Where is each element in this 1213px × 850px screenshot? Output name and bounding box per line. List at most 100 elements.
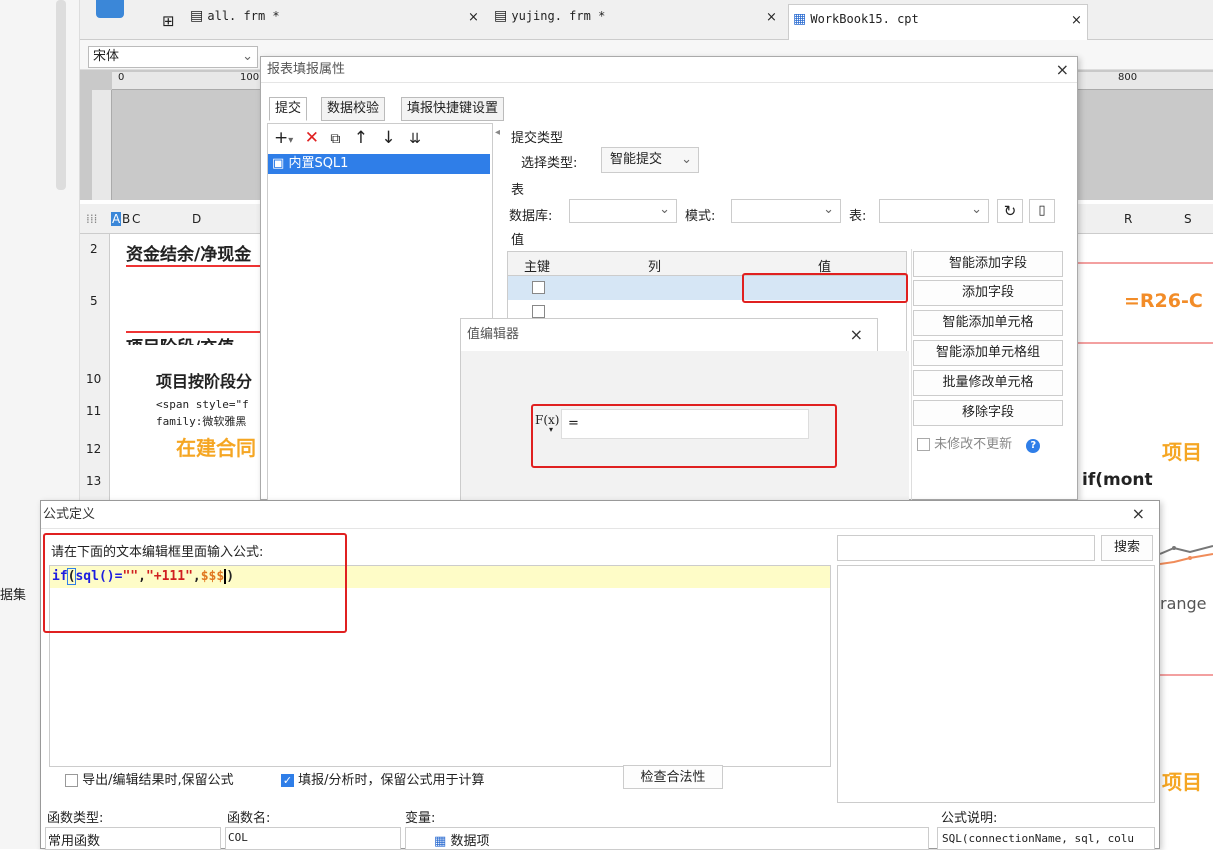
- move-up-icon[interactable]: ↑: [354, 128, 368, 148]
- refresh-icon[interactable]: ↻: [997, 199, 1023, 223]
- chevron-down-icon: ⌄: [681, 152, 692, 167]
- row-12[interactable]: 12: [86, 442, 101, 456]
- batch-edit-cells-button[interactable]: 批量修改单元格: [913, 370, 1063, 396]
- left-panel-label: 据集: [0, 588, 27, 603]
- select-all-icon[interactable]: ⁞⁞⁞: [86, 212, 97, 226]
- add-icon[interactable]: +: [274, 128, 288, 148]
- submit-type-section: 提交类型: [511, 131, 564, 146]
- left-panel-scroll[interactable]: [56, 0, 66, 190]
- key-checkbox[interactable]: [532, 281, 545, 294]
- preview-icon[interactable]: ▯: [1029, 199, 1055, 223]
- fn-type-item[interactable]: 常用函数: [48, 834, 100, 849]
- db-select[interactable]: ⌄: [569, 199, 677, 223]
- cell-r-range[interactable]: range: [1160, 594, 1207, 613]
- remove-field-button[interactable]: 移除字段: [913, 400, 1063, 426]
- smart-add-cell-button[interactable]: 智能添加单元格: [913, 310, 1063, 336]
- no-update-checkbox[interactable]: [917, 438, 930, 451]
- col-r[interactable]: R: [1124, 212, 1132, 226]
- key-checkbox[interactable]: [532, 305, 545, 318]
- keep-formula-export-option[interactable]: 导出/编辑结果时,保留公式: [65, 769, 234, 788]
- tab-label: WorkBook15. cpt: [810, 12, 919, 26]
- dialog-title: 公式定义: [41, 501, 1159, 529]
- keep-formula-fill-checkbox[interactable]: ✓: [281, 774, 294, 787]
- row-header: 2 5 10 11 12 13: [80, 234, 110, 500]
- fn-name-label: 函数名:: [227, 811, 271, 826]
- cell-span-code[interactable]: <span style="f: [156, 398, 262, 411]
- tab-label: yujing. frm *: [511, 9, 606, 23]
- var-tree-item[interactable]: 数据项: [450, 834, 489, 849]
- col-s[interactable]: S: [1184, 212, 1192, 226]
- tab-close-icon[interactable]: ×: [766, 10, 777, 25]
- col-a[interactable]: A: [111, 212, 122, 226]
- keep-formula-export-label: 导出/编辑结果时,保留公式: [82, 773, 234, 788]
- add-field-button[interactable]: 添加字段: [913, 280, 1063, 306]
- chevron-down-icon: ⌄: [823, 202, 834, 217]
- close-icon[interactable]: ×: [850, 325, 863, 344]
- tab-data-validation[interactable]: 数据校验: [321, 97, 386, 121]
- cell-font-code[interactable]: family:微软雅黑: [156, 413, 262, 429]
- search-button[interactable]: 搜索: [1101, 535, 1153, 561]
- tab-close-icon[interactable]: ×: [1071, 13, 1082, 28]
- cell-capital[interactable]: 资金结余/净现金: [126, 240, 262, 267]
- delete-icon[interactable]: ✕: [305, 128, 319, 148]
- value-cell-highlight[interactable]: [742, 273, 908, 303]
- tab-all-frm[interactable]: ▤ all. frm * ×: [190, 8, 490, 36]
- close-icon[interactable]: ×: [1056, 60, 1069, 79]
- grid-icon[interactable]: ⊞: [162, 12, 175, 30]
- close-icon[interactable]: ×: [1132, 504, 1145, 523]
- ruler-mark-0: 0: [118, 72, 125, 83]
- row-11[interactable]: 11: [86, 404, 101, 418]
- tab-close-icon[interactable]: ×: [468, 10, 479, 25]
- keep-formula-export-checkbox[interactable]: [65, 774, 78, 787]
- table-select[interactable]: ⌄: [879, 199, 989, 223]
- col-b[interactable]: B: [122, 212, 130, 226]
- check-validity-button[interactable]: 检查合法性: [623, 765, 723, 789]
- cell-r-project-2[interactable]: 项目: [1162, 766, 1202, 795]
- add-dropdown-icon[interactable]: ▾: [288, 135, 293, 146]
- mode-select[interactable]: ⌄: [731, 199, 841, 223]
- grid-header-column: 列: [648, 260, 662, 275]
- formula-dialog: 公式定义 × 请在下面的文本编辑框里面输入公式: if(sql()="","+1…: [40, 500, 1160, 850]
- submit-type-select[interactable]: 智能提交 ⌄: [601, 147, 699, 173]
- row-10[interactable]: 10: [86, 372, 101, 386]
- row-5[interactable]: 5: [90, 294, 98, 308]
- keep-formula-fill-option[interactable]: ✓ 填报/分析时，保留公式用于计算: [281, 769, 485, 788]
- cell-r-ifmont[interactable]: if(mont: [1082, 470, 1153, 490]
- cell-r-line-1: [1074, 262, 1213, 264]
- move-down-icon[interactable]: ↓: [381, 128, 395, 148]
- search-results-list[interactable]: [837, 565, 1155, 803]
- row-2[interactable]: 2: [90, 242, 98, 256]
- fn-name-item[interactable]: COL: [228, 831, 248, 844]
- search-input[interactable]: [837, 535, 1095, 561]
- font-select[interactable]: 宋体 ⌄: [88, 46, 258, 68]
- col-c[interactable]: C: [132, 212, 140, 226]
- splitter-handle[interactable]: ◂: [495, 127, 500, 138]
- sort-icon[interactable]: ⇊: [409, 131, 421, 147]
- cell-r-formula[interactable]: =R26-C: [1124, 290, 1203, 312]
- desc-box: SQL(connectionName, sql, colu: [937, 827, 1155, 850]
- col-d[interactable]: D: [192, 212, 201, 226]
- fn-name-list[interactable]: COL: [225, 827, 401, 850]
- no-update-option[interactable]: 未修改不更新 ?: [917, 433, 1041, 453]
- cell-project-phase[interactable]: 项目按阶段分: [156, 368, 262, 392]
- list-item-label: 内置SQL1: [288, 156, 349, 171]
- fn-type-list[interactable]: 常用函数: [45, 827, 221, 850]
- tab-strip: 提交 数据校验 填报快捷键设置: [269, 97, 1069, 121]
- font-name: 宋体: [93, 49, 120, 64]
- cell-contract[interactable]: 在建合同: [176, 432, 262, 461]
- row-13[interactable]: 13: [86, 474, 101, 488]
- value-editor-dialog: 值编辑器 × F(x) ▾ =: [460, 318, 909, 501]
- cell-r-project-1[interactable]: 项目: [1162, 436, 1202, 465]
- smart-add-cell-group-button[interactable]: 智能添加单元格组: [913, 340, 1063, 366]
- help-icon[interactable]: ?: [1026, 439, 1041, 453]
- tab-yujing-frm[interactable]: ▤ yujing. frm * ×: [494, 8, 784, 36]
- tab-submit[interactable]: 提交: [269, 97, 308, 121]
- tab-shortcut-settings[interactable]: 填报快捷键设置: [401, 97, 505, 121]
- list-item[interactable]: ▣ 内置SQL1: [268, 154, 490, 174]
- smart-add-field-button[interactable]: 智能添加字段: [913, 251, 1063, 277]
- app-logo-icon[interactable]: [96, 0, 124, 18]
- copy-icon[interactable]: ⧉: [330, 131, 340, 147]
- var-tree[interactable]: ▦ 数据项: [405, 827, 929, 850]
- tab-workbook15[interactable]: ▦ WorkBook15. cpt ×: [788, 4, 1088, 40]
- cell-phase[interactable]: 项目阶段/充值: [126, 331, 262, 345]
